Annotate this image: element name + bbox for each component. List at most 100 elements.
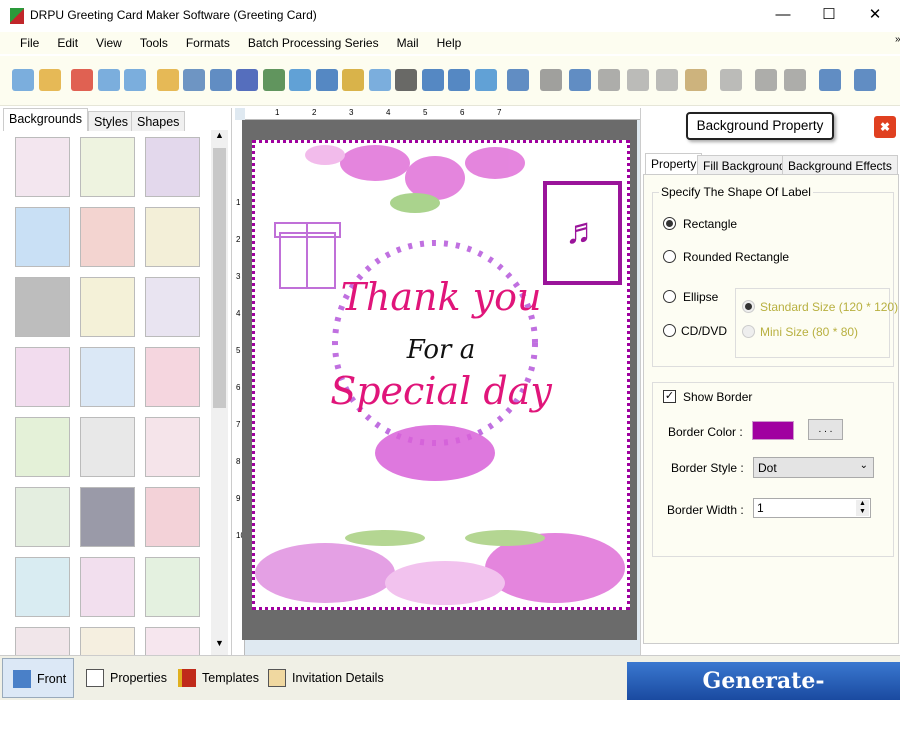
signature-icon[interactable] (448, 69, 470, 91)
radio-rectangle[interactable] (663, 217, 676, 230)
overflow-chevron-icon[interactable]: » (886, 30, 900, 45)
background-thumbnail[interactable] (15, 207, 70, 267)
open-icon[interactable] (38, 69, 61, 91)
close-icon[interactable] (71, 69, 93, 91)
insert-image-icon[interactable] (289, 69, 311, 91)
browse-color-button[interactable]: . . . (808, 419, 843, 440)
window-title: DRPU Greeting Card Maker Software (Greet… (30, 8, 317, 22)
layers-icon[interactable] (236, 69, 258, 91)
background-thumbnail[interactable] (145, 557, 200, 617)
background-thumbnail[interactable] (15, 487, 70, 547)
background-thumbnail[interactable] (15, 277, 70, 337)
background-thumbnail[interactable] (15, 417, 70, 477)
save-as-icon[interactable] (124, 69, 146, 91)
background-thumbnail[interactable] (15, 557, 70, 617)
background-thumbnail[interactable] (80, 277, 135, 337)
radio-mini-size[interactable] (742, 325, 755, 338)
tab-front[interactable]: Front (2, 658, 74, 698)
tab-templates[interactable]: Templates (168, 658, 260, 698)
cut-icon[interactable] (626, 69, 649, 91)
background-thumbnail[interactable] (145, 277, 200, 337)
menu-view[interactable]: View (87, 32, 131, 50)
tab-invitation-details[interactable]: Invitation Details (258, 658, 388, 698)
send-back-icon[interactable] (783, 69, 806, 91)
background-thumbnail[interactable] (80, 487, 135, 547)
menu-mail[interactable]: Mail (388, 32, 428, 50)
background-thumbnail[interactable] (80, 137, 135, 197)
card-line-2[interactable]: For a (255, 335, 627, 365)
thumbnails-scrollbar[interactable]: ▲ ▼ (211, 130, 228, 655)
menu-help[interactable]: Help (428, 32, 471, 50)
barcode-icon[interactable] (395, 69, 417, 91)
open-template-icon[interactable] (156, 69, 179, 91)
menu-batch[interactable]: Batch Processing Series (239, 32, 388, 50)
background-thumbnail[interactable] (145, 487, 200, 547)
card-line-1[interactable]: Thank you (255, 275, 627, 319)
bring-front-icon[interactable] (754, 69, 777, 91)
show-border-checkbox[interactable]: ✓ (663, 390, 676, 403)
minimize-button[interactable]: — (760, 0, 806, 32)
bottom-flowers (255, 425, 625, 605)
tab-styles[interactable]: Styles (88, 111, 135, 131)
border-width-stepper[interactable]: 1 ▲ ▼ (753, 498, 871, 518)
wordart-icon[interactable] (368, 69, 391, 91)
copy-icon[interactable] (655, 69, 678, 91)
background-property-panel: Background Property ✖ Property Fill Back… (640, 108, 900, 655)
background-thumbnail[interactable] (145, 347, 200, 407)
background-thumbnail[interactable] (145, 207, 200, 267)
scroll-thumb[interactable] (213, 148, 226, 408)
background-thumbnail[interactable] (15, 347, 70, 407)
menu-edit[interactable]: Edit (48, 32, 87, 50)
shape-group-title: Specify The Shape Of Label (659, 185, 813, 199)
line-icon[interactable] (507, 69, 529, 91)
pen-icon[interactable] (315, 69, 338, 91)
tab-background-effects[interactable]: Background Effects (782, 155, 898, 175)
background-thumbnail[interactable] (80, 207, 135, 267)
radio-cd-dvd[interactable] (663, 324, 676, 337)
menu-formats[interactable]: Formats (177, 32, 239, 50)
redo-icon[interactable] (597, 69, 620, 91)
chevron-down-icon: ⌄ (859, 460, 868, 471)
close-window-button[interactable]: ✕ (852, 0, 898, 32)
background-icon[interactable] (262, 69, 285, 91)
close-panel-button[interactable]: ✖ (874, 116, 896, 138)
menu-file[interactable]: File (0, 32, 48, 50)
paste-icon[interactable] (684, 69, 707, 91)
tab-shapes[interactable]: Shapes (131, 111, 186, 131)
print-icon[interactable] (209, 69, 232, 91)
email-icon[interactable] (474, 69, 497, 91)
undo-icon[interactable] (568, 69, 591, 91)
tab-content: Specify The Shape Of Label Rectangle Rou… (643, 174, 899, 644)
radio-standard-size[interactable] (742, 300, 755, 313)
database-icon[interactable] (539, 69, 562, 91)
greeting-card[interactable]: ♬ Thank you For a Special day (252, 140, 630, 610)
border-color-swatch[interactable] (752, 421, 794, 440)
scroll-up-icon[interactable]: ▲ (211, 130, 228, 144)
spinner-arrows-icon[interactable]: ▲ ▼ (856, 500, 869, 516)
grid-icon[interactable] (818, 69, 841, 91)
background-thumbnail[interactable] (145, 137, 200, 197)
page-setup-icon[interactable] (183, 69, 205, 91)
background-thumbnail[interactable] (15, 137, 70, 197)
tab-fill-background[interactable]: Fill Background (697, 155, 792, 175)
tab-properties[interactable]: Properties (76, 658, 168, 698)
actual-size-icon[interactable] (853, 69, 876, 91)
maximize-button[interactable]: ☐ (806, 0, 852, 32)
background-thumbnail[interactable] (145, 417, 200, 477)
background-thumbnail[interactable] (80, 347, 135, 407)
card-line-3[interactable]: Special day (255, 369, 627, 413)
background-thumbnail[interactable] (80, 557, 135, 617)
tab-property[interactable]: Property (645, 153, 703, 175)
shapes-icon[interactable] (342, 69, 364, 91)
delete-icon[interactable] (719, 69, 742, 91)
scroll-down-icon[interactable]: ▼ (211, 638, 228, 652)
tab-backgrounds[interactable]: Backgrounds (3, 108, 88, 131)
border-style-select[interactable]: Dot ⌄ (753, 457, 874, 478)
save-icon[interactable] (97, 69, 120, 91)
radio-ellipse[interactable] (663, 290, 676, 303)
menu-tools[interactable]: Tools (131, 32, 177, 50)
radio-rounded-rectangle[interactable] (663, 250, 676, 263)
background-thumbnail[interactable] (80, 417, 135, 477)
new-icon[interactable] (12, 69, 34, 91)
text-icon[interactable] (421, 69, 444, 91)
